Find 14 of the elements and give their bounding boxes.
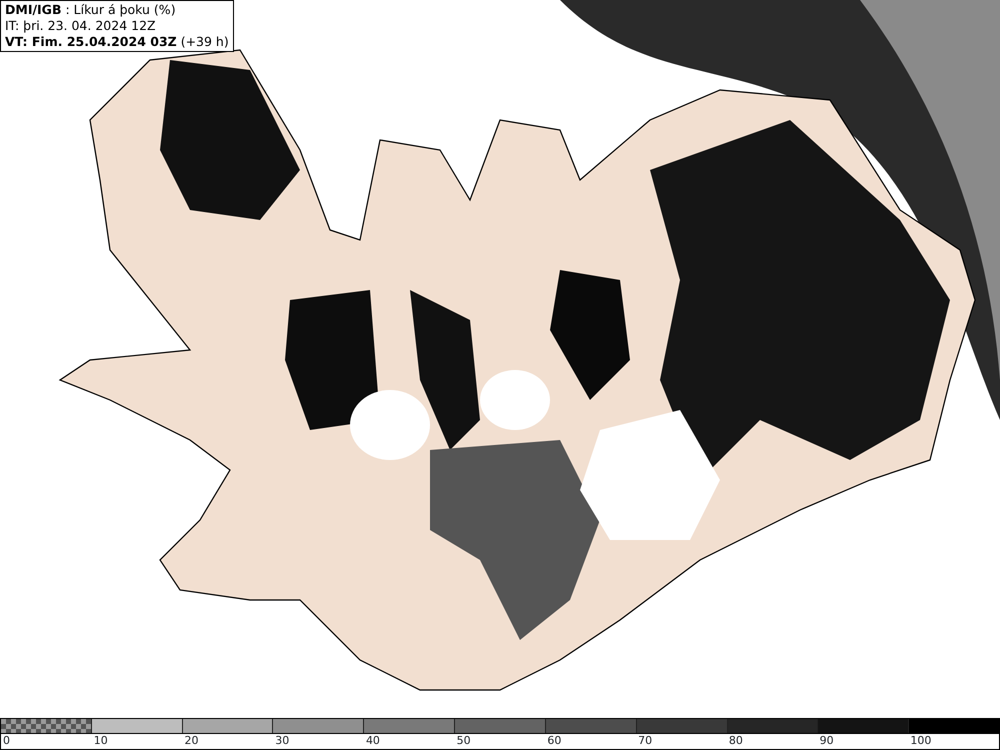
info-line: VT: Fim. 25.04.2024 03Z (+39 h) <box>5 34 229 50</box>
legend-tick-label: 100 <box>910 734 932 748</box>
legend-tick-label: 70 <box>638 734 652 748</box>
info-line: IT: þri. 23. 04. 2024 12Z <box>5 18 157 34</box>
legend-tick-label: 30 <box>275 734 290 748</box>
legend-tick-label: 0 <box>3 734 10 748</box>
legend-tick-label: 50 <box>456 734 471 748</box>
legend-tick-label: 60 <box>547 734 562 748</box>
legend-tick-label: 90 <box>820 734 834 748</box>
info-line: DMI/IGB : Líkur á þoku (%) <box>5 2 177 18</box>
legend-tick-label: 10 <box>94 734 108 748</box>
legend-tick-label: 80 <box>728 734 743 748</box>
legend-tick-label: 20 <box>184 734 198 748</box>
legend-tick-label: 40 <box>366 734 380 748</box>
